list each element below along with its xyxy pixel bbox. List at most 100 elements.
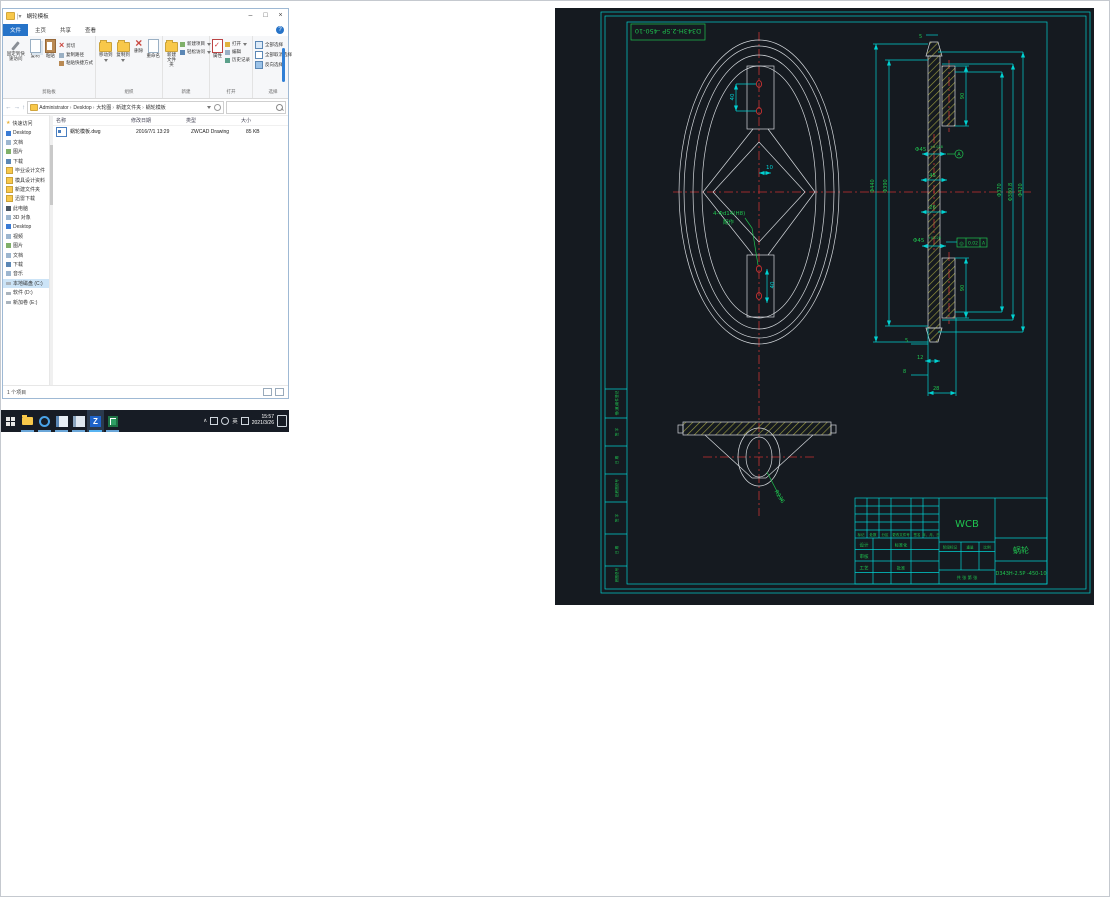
sidebar-item-drive-e[interactable]: 新加卷 (E:) — [3, 297, 49, 306]
titlebar[interactable]: |▾ 蜗轮模板 – □ × — [3, 9, 288, 23]
up-button[interactable]: ↑ — [22, 104, 25, 111]
move-to-button[interactable]: 移动到 — [98, 39, 113, 62]
refresh-icon[interactable] — [214, 104, 221, 111]
sidebar-item-pictures[interactable]: 图片 — [3, 241, 49, 250]
sidebar-item-desktop[interactable]: Desktop — [3, 128, 49, 137]
sidebar-item-desktop[interactable]: Desktop — [3, 222, 49, 231]
taskbar-explorer[interactable] — [19, 410, 36, 432]
folder-icon — [6, 12, 15, 20]
pin-to-quick-access-button[interactable]: 固定到快速访问 — [5, 39, 27, 62]
drive-icon — [6, 301, 11, 305]
breadcrumb-item[interactable]: 新建文件夹 — [116, 104, 145, 111]
column-header-name[interactable]: 名称 — [53, 117, 128, 124]
sheet-border — [600, 11, 1091, 594]
file-row[interactable]: 蜗轮模板.dwg 2016/7/1 13:29 ZWCAD Drawing 85… — [53, 126, 288, 137]
help-button[interactable]: ? — [276, 26, 284, 34]
sidebar-item-videos[interactable]: 视频 — [3, 232, 49, 241]
tray-icon[interactable] — [210, 417, 219, 425]
volume-icon[interactable] — [221, 417, 230, 425]
breadcrumb-item[interactable]: 大轮图 — [96, 104, 115, 111]
svg-text:工艺: 工艺 — [860, 566, 869, 572]
easy-access-icon — [180, 49, 185, 55]
svg-text:Φ440: Φ440 — [870, 179, 876, 192]
sidebar-item-music[interactable]: 音乐 — [3, 269, 49, 278]
paste-shortcut-button[interactable]: 粘贴快捷方式 — [58, 60, 93, 66]
svg-text:Φ45: Φ45 — [915, 147, 927, 153]
tab-file[interactable]: 文件 — [3, 24, 29, 36]
taskbar-document-app2[interactable] — [70, 410, 87, 432]
copy-button[interactable]: 复制 — [29, 39, 42, 59]
minimize-button[interactable]: – — [243, 9, 258, 23]
rename-button[interactable]: 重命名 — [147, 39, 161, 59]
taskbar-browser[interactable] — [36, 410, 53, 432]
select-all-button[interactable]: 全部选择 — [255, 41, 292, 49]
file-list: 名称 修改日期 类型 大小 蜗轮模板.dwg 2016/7/1 13:29 ZW… — [53, 115, 288, 386]
sidebar-item-quick-access[interactable]: ★ 快速访问 — [3, 119, 49, 128]
svg-text:日 期: 日 期 — [614, 545, 619, 554]
sidebar-item-folder[interactable]: 模具设计资料 — [3, 175, 49, 184]
properties-button[interactable]: 属性 — [212, 39, 223, 59]
easy-access-button[interactable]: 轻松访问 — [180, 49, 211, 55]
maximize-button[interactable]: □ — [258, 9, 273, 23]
tab-share[interactable]: 共享 — [53, 24, 78, 36]
sidebar-item-folder[interactable]: 毕业设计文件 — [3, 166, 49, 175]
sidebar-item-folder[interactable]: 新建文件夹 — [3, 185, 49, 194]
sidebar-item-this-pc[interactable]: 此电脑 — [3, 204, 49, 213]
cad-viewport[interactable]: 借(通)用件登记 签 字 日 期 旧底图总号 签 字 日 期 底图总号 D343… — [555, 8, 1094, 605]
new-folder-button[interactable]: 新建文件夹 — [165, 39, 178, 68]
sidebar-item-downloads[interactable]: 下载 — [3, 260, 49, 269]
taskbar-spreadsheet[interactable] — [104, 410, 121, 432]
ribbon-scrollbar[interactable] — [282, 48, 285, 82]
edit-button[interactable]: 编辑 — [225, 49, 250, 55]
downloads-icon — [6, 262, 11, 268]
breadcrumb-item[interactable]: 蜗轮模板 — [146, 104, 166, 111]
tab-home[interactable]: 主页 — [28, 24, 53, 36]
delete-button[interactable]: × 删除 — [133, 37, 145, 54]
search-box[interactable] — [226, 101, 286, 114]
column-header-date[interactable]: 修改日期 — [128, 117, 183, 124]
tab-view[interactable]: 查看 — [78, 24, 103, 36]
videos-icon — [6, 233, 11, 239]
details-view-button[interactable] — [263, 388, 272, 396]
open-button[interactable]: 打开 — [225, 41, 250, 47]
invert-selection-button[interactable]: 反向选择 — [255, 61, 292, 69]
start-button[interactable] — [1, 410, 19, 432]
breadcrumb[interactable]: Administrator Desktop 大轮图 新建文件夹 蜗轮模板 — [27, 101, 224, 114]
history-button[interactable]: 历史记录 — [225, 57, 250, 63]
thumbnails-view-button[interactable] — [275, 388, 284, 396]
address-dropdown-icon[interactable] — [207, 106, 211, 109]
breadcrumb-item[interactable]: Desktop — [73, 105, 95, 111]
new-item-button[interactable]: 新建项目 — [180, 41, 211, 47]
select-none-button[interactable]: 全部取消选择 — [255, 51, 292, 59]
copy-path-button[interactable]: 复制路径 — [58, 52, 93, 58]
taskbar-document-app[interactable] — [53, 410, 70, 432]
forward-button[interactable]: → — [14, 104, 21, 111]
paste-button[interactable]: 粘贴 — [44, 39, 57, 59]
sidebar-item-3d-objects[interactable]: 3D 对象 — [3, 213, 49, 222]
column-header-size[interactable]: 大小 — [238, 117, 271, 124]
sidebar-item-pictures[interactable]: 图片 — [3, 147, 49, 156]
tray-icon[interactable] — [240, 417, 249, 425]
sidebar-item-downloads[interactable]: 下载 — [3, 157, 49, 166]
svg-text:40: 40 — [730, 93, 736, 100]
taskbar-zwcad[interactable]: Z — [87, 410, 104, 432]
svg-text:日 期: 日 期 — [614, 455, 619, 464]
tray-expand-icon[interactable]: ∧ — [203, 418, 207, 424]
new-item-icon — [180, 41, 185, 47]
taskbar-clock[interactable]: 15:57 2021/3/26 — [252, 414, 274, 427]
column-header-type[interactable]: 类型 — [183, 117, 238, 124]
sidebar-item-local-disk-c[interactable]: 本地磁盘 (C:) — [3, 278, 49, 289]
back-button[interactable]: ← — [5, 104, 12, 111]
breadcrumb-item[interactable]: Administrator — [39, 105, 72, 111]
sidebar-item-documents[interactable]: 文档 — [3, 138, 49, 147]
close-button[interactable]: × — [273, 9, 288, 23]
notification-center-icon[interactable] — [277, 415, 287, 427]
quick-access-toolbar[interactable]: |▾ — [17, 13, 22, 20]
3d-objects-icon — [6, 215, 11, 221]
sidebar-item-documents[interactable]: 文档 — [3, 250, 49, 259]
sidebar-item-folder[interactable]: 迅雷下载 — [3, 194, 49, 203]
sidebar-item-drive-d[interactable]: 软件 (D:) — [3, 288, 49, 297]
ime-indicator[interactable]: 英 — [232, 417, 238, 425]
copy-to-button[interactable]: 复制到 — [115, 39, 130, 62]
cut-button[interactable]: × 剪切 — [59, 41, 93, 50]
